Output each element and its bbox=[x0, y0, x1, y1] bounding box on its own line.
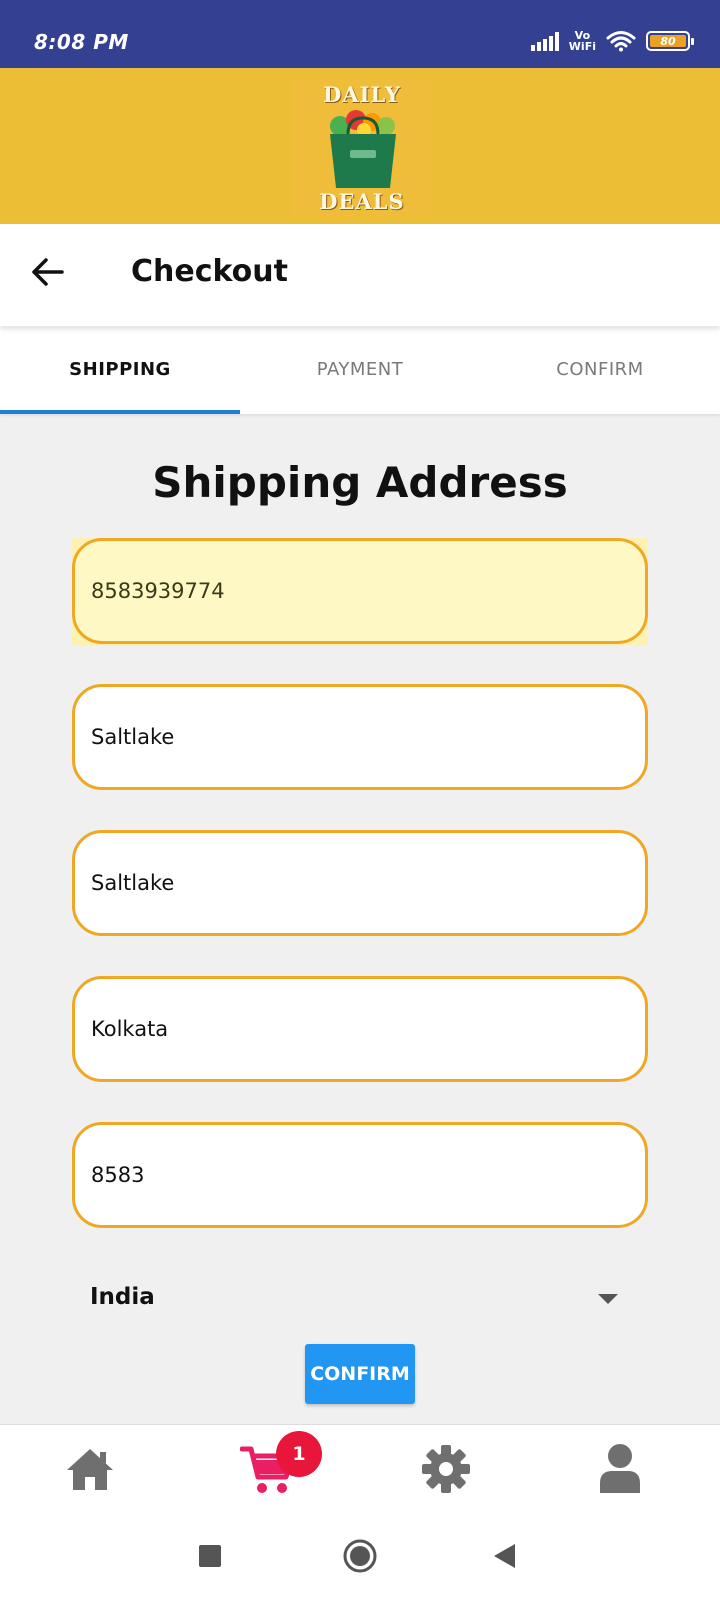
grocery-bag-icon bbox=[330, 110, 396, 188]
pincode-input[interactable] bbox=[91, 1125, 631, 1225]
recents-icon[interactable] bbox=[190, 1536, 230, 1576]
app-logo: DAILY DEALS bbox=[292, 80, 432, 216]
checkout-tabs: SHIPPING PAYMENT CONFIRM bbox=[0, 326, 720, 414]
page-title: Checkout bbox=[131, 254, 288, 289]
dropdown-arrow-icon bbox=[598, 1294, 618, 1304]
back-arrow-icon[interactable] bbox=[28, 252, 68, 292]
status-time: 8:08 PM bbox=[34, 30, 129, 54]
battery-level: 80 bbox=[650, 35, 686, 48]
phone-field[interactable] bbox=[72, 538, 648, 644]
city-input[interactable] bbox=[91, 979, 631, 1079]
vowifi-line2: WiFi bbox=[568, 40, 596, 53]
city-field[interactable] bbox=[72, 976, 648, 1082]
tab-confirm[interactable]: CONFIRM bbox=[480, 326, 720, 414]
logo-text-top: DAILY bbox=[323, 82, 401, 107]
brand-bar: DAILY DEALS bbox=[0, 68, 720, 224]
tab-shipping[interactable]: SHIPPING bbox=[0, 326, 240, 414]
wifi-icon bbox=[606, 31, 636, 52]
cart-badge: 1 bbox=[276, 1431, 322, 1477]
bottom-nav: 1 bbox=[0, 1424, 720, 1512]
status-bar: 8:08 PM Vo WiFi 80 bbox=[0, 0, 720, 68]
logo-text-bottom: DEALS bbox=[319, 189, 405, 214]
battery-icon: 80 bbox=[646, 31, 694, 51]
country-select[interactable]: India bbox=[72, 1274, 648, 1328]
country-value: India bbox=[90, 1284, 155, 1310]
profile-icon[interactable] bbox=[588, 1437, 652, 1501]
vowifi-icon: Vo WiFi bbox=[569, 30, 596, 52]
status-icons: Vo WiFi 80 bbox=[530, 30, 694, 52]
tab-payment[interactable]: PAYMENT bbox=[240, 326, 480, 414]
confirm-button[interactable]: CONFIRM bbox=[305, 1344, 415, 1404]
address-field[interactable] bbox=[72, 684, 648, 790]
address-input[interactable] bbox=[91, 687, 631, 787]
back-triangle-icon[interactable] bbox=[484, 1536, 524, 1576]
phone-input[interactable] bbox=[91, 541, 631, 641]
home-circle-icon[interactable] bbox=[340, 1536, 380, 1576]
settings-icon[interactable] bbox=[414, 1437, 478, 1501]
signal-icon bbox=[530, 31, 559, 51]
tab-indicator bbox=[0, 410, 240, 414]
area-field[interactable] bbox=[72, 830, 648, 936]
app-bar: Checkout bbox=[0, 224, 720, 326]
section-title: Shipping Address bbox=[152, 458, 568, 507]
home-icon[interactable] bbox=[58, 1437, 122, 1501]
cart-nav-item[interactable]: 1 bbox=[236, 1431, 322, 1501]
system-nav bbox=[0, 1512, 720, 1600]
pincode-field[interactable] bbox=[72, 1122, 648, 1228]
area-input[interactable] bbox=[91, 833, 631, 933]
